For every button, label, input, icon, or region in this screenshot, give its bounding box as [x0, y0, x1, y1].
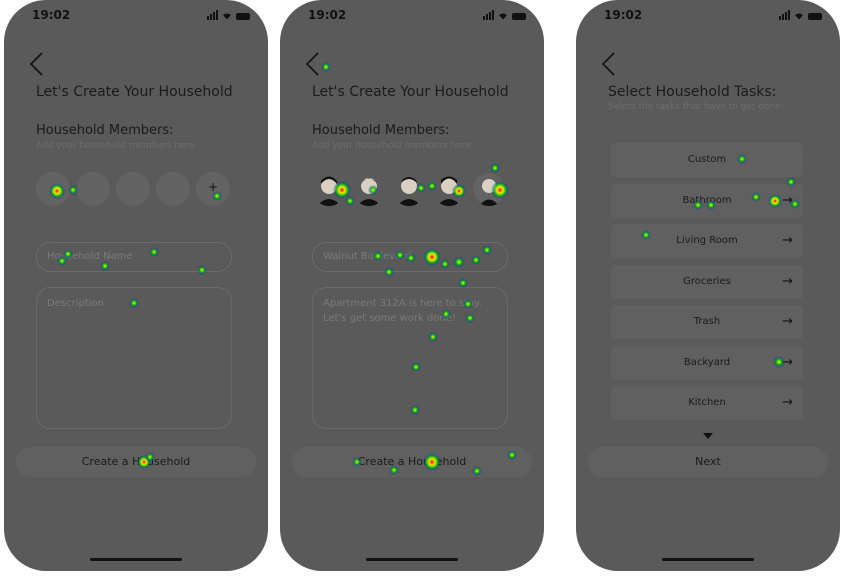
home-indicator	[662, 558, 754, 561]
description-placeholder: Description	[47, 298, 104, 309]
task-living-room[interactable]: Living Room →	[611, 224, 803, 258]
member-slot[interactable]	[36, 172, 70, 206]
status-bar: 19:02	[576, 8, 840, 26]
member-avatar-icon[interactable]	[472, 172, 506, 206]
arrow-right-icon: →	[782, 355, 793, 370]
household-name-input[interactable]: Household Name	[36, 242, 232, 272]
members-subtitle: Add your household members here	[36, 141, 195, 151]
signal-icon	[207, 10, 218, 20]
home-indicator	[90, 558, 182, 561]
members-heading: Household Members:	[312, 123, 450, 138]
household-name-placeholder: Household Name	[47, 251, 133, 262]
phone-screen-create-empty: 19:02 Let's Create Your Household Househ…	[4, 0, 268, 571]
wifi-icon	[499, 13, 507, 20]
page-title: Let's Create Your Household	[36, 84, 233, 100]
status-time: 19:02	[32, 8, 71, 22]
members-heading: Household Members:	[36, 123, 174, 138]
member-avatar-icon[interactable]	[392, 172, 426, 206]
phone-screen-select-tasks: 19:02 Select Household Tasks: Select the…	[576, 0, 840, 571]
arrow-right-icon: →	[782, 314, 793, 329]
household-name-value: Walnut Boulevard	[323, 251, 412, 262]
task-groceries[interactable]: Groceries →	[611, 265, 803, 299]
arrow-right-icon: →	[782, 274, 793, 289]
member-slots: +	[36, 172, 230, 206]
task-kitchen[interactable]: Kitchen →	[611, 386, 803, 420]
back-arrow-icon[interactable]	[26, 50, 48, 78]
home-indicator	[366, 558, 458, 561]
add-member-button[interactable]: +	[196, 172, 230, 206]
page-subtitle: Select the tasks that have to get done!	[608, 102, 785, 112]
description-input[interactable]: Description	[36, 287, 232, 429]
member-slot[interactable]	[76, 172, 110, 206]
status-icons	[483, 10, 526, 20]
task-label: Groceries	[683, 276, 731, 287]
battery-icon	[808, 13, 822, 20]
status-bar: 19:02	[280, 8, 544, 26]
task-label: Custom	[687, 154, 727, 165]
task-label: Living Room	[676, 235, 738, 246]
task-label: Bathroom	[682, 195, 732, 206]
plus-icon: +	[208, 180, 219, 194]
task-label: Kitchen	[688, 397, 726, 408]
scroll-down-caret-icon[interactable]	[703, 433, 713, 439]
back-arrow-icon[interactable]	[302, 50, 324, 78]
arrow-right-icon: →	[782, 395, 793, 410]
status-time: 19:02	[308, 8, 347, 22]
arrow-right-icon: →	[782, 233, 793, 248]
member-slot[interactable]	[116, 172, 150, 206]
member-slot[interactable]	[156, 172, 190, 206]
member-avatar-icon[interactable]	[352, 172, 386, 206]
description-input[interactable]: Apartment 312A is here to stay. Let's ge…	[312, 287, 508, 429]
members-subtitle: Add your household members here	[312, 141, 471, 151]
status-icons	[779, 10, 822, 20]
task-custom[interactable]: Custom	[611, 143, 803, 177]
task-label: Backyard	[683, 357, 731, 368]
task-bathroom[interactable]: Bathroom →	[611, 184, 803, 218]
household-name-input[interactable]: Walnut Boulevard	[312, 242, 508, 272]
status-icons	[207, 10, 250, 20]
wifi-icon	[795, 13, 803, 20]
create-household-button[interactable]: Create a Household	[292, 447, 532, 477]
back-arrow-icon[interactable]	[598, 50, 620, 78]
task-trash[interactable]: Trash →	[611, 305, 803, 339]
phone-screen-create-filled: 19:02 Let's Create Your Household Househ…	[280, 0, 544, 571]
battery-icon	[236, 13, 250, 20]
task-label: Trash	[693, 316, 721, 327]
battery-icon	[512, 13, 526, 20]
wifi-icon	[223, 13, 231, 20]
status-bar: 19:02	[4, 8, 268, 26]
member-avatars	[312, 172, 506, 206]
status-time: 19:02	[604, 8, 643, 22]
description-value: Apartment 312A is here to stay. Let's ge…	[323, 298, 482, 324]
signal-icon	[483, 10, 494, 20]
create-household-button[interactable]: Create a Household	[16, 447, 256, 477]
member-avatar-icon[interactable]	[312, 172, 346, 206]
signal-icon	[779, 10, 790, 20]
member-avatar-icon[interactable]	[432, 172, 466, 206]
page-title: Select Household Tasks:	[608, 84, 777, 100]
arrow-right-icon: →	[782, 193, 793, 208]
next-button[interactable]: Next	[588, 447, 828, 477]
task-backyard[interactable]: Backyard →	[611, 346, 803, 380]
page-title: Let's Create Your Household	[312, 84, 509, 100]
